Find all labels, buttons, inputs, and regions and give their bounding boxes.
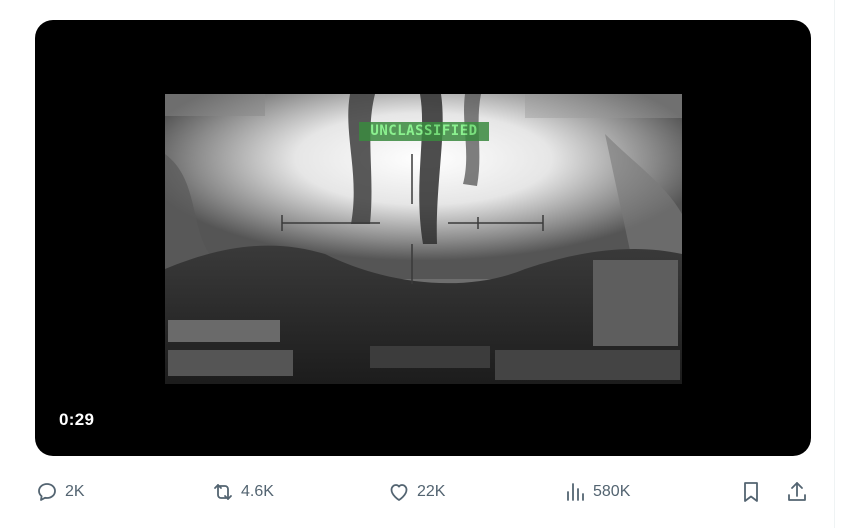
timeline-border — [834, 0, 835, 528]
heart-icon — [390, 484, 408, 501]
like-count: 22K — [417, 483, 446, 500]
share-button[interactable] — [785, 472, 809, 512]
bookmark-icon — [744, 482, 758, 502]
repost-button[interactable]: 4.6K — [211, 472, 274, 512]
reply-count: 2K — [65, 483, 85, 500]
views-chart-icon — [567, 483, 584, 501]
share-icon — [788, 482, 806, 501]
post-action-bar: 2K 4.6K 22K 580K — [35, 472, 811, 512]
video-player[interactable]: UNCLASSIFIED 0:29 — [35, 20, 811, 456]
repost-count: 4.6K — [241, 483, 274, 500]
video-frame[interactable]: UNCLASSIFIED — [165, 94, 682, 384]
unclassified-banner: UNCLASSIFIED — [359, 122, 489, 141]
view-count: 580K — [593, 483, 631, 500]
repost-icon — [214, 484, 232, 500]
reply-button[interactable]: 2K — [35, 472, 85, 512]
reply-icon — [38, 483, 56, 501]
video-duration: 0:29 — [59, 410, 95, 429]
views-button[interactable]: 580K — [563, 472, 630, 512]
like-button[interactable]: 22K — [387, 472, 445, 512]
bookmark-button[interactable] — [739, 472, 763, 512]
